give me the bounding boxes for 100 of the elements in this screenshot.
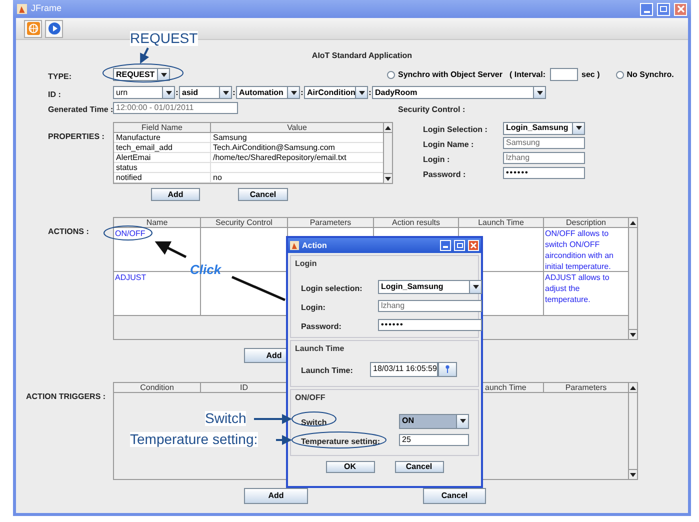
column-header[interactable]: Launch Time (459, 218, 544, 228)
close-icon[interactable] (674, 2, 687, 16)
table-cell: tech_email_add (114, 143, 211, 152)
radio-button[interactable]: Synchro with Object Server (387, 68, 502, 80)
column-header[interactable]: ID (201, 383, 288, 393)
column-header[interactable]: Value (211, 123, 383, 133)
push-button[interactable]: Add (244, 488, 308, 504)
scroll-up-icon[interactable] (385, 126, 391, 130)
field-label: Login Selection : (423, 125, 488, 134)
dropdown[interactable]: Login_Samsung (503, 122, 585, 134)
separator-text: : (175, 86, 179, 98)
text-field[interactable]: lzhang (503, 152, 585, 164)
field-label: Password: (301, 322, 342, 331)
caret-icon (456, 414, 468, 428)
table-cell: notified (114, 173, 211, 182)
text-field[interactable]: 25 (399, 434, 469, 446)
push-button[interactable]: Cancel (238, 188, 288, 201)
calendar-button[interactable] (438, 362, 457, 376)
text-field[interactable]: Samsung (503, 137, 585, 149)
table-cell-text: Tech.AirCondition@Samsung.com (212, 143, 336, 152)
table-cell: status (114, 163, 211, 172)
push-button[interactable]: Cancel (394, 461, 444, 473)
column-header[interactable]: Description (544, 218, 628, 228)
caret-icon (572, 122, 584, 134)
field-label: Password : (423, 170, 466, 179)
column-header[interactable]: Condition (114, 383, 201, 393)
password-field[interactable]: •••••• (378, 319, 482, 331)
field-label: Temperature setting: (301, 437, 380, 446)
separator-text: : (368, 86, 372, 98)
field-label: ID : (48, 90, 61, 98)
pointer-arrow (276, 435, 292, 445)
annotation-text: Switch (205, 411, 246, 426)
field-label: Launch Time: (301, 366, 353, 375)
section-label: ACTION TRIGGERS : (26, 392, 106, 401)
caret-icon (469, 281, 481, 293)
dialog-title: Action (302, 240, 328, 252)
text-field[interactable]: 18/03/11 16:05:59 (370, 362, 438, 376)
text-field[interactable]: 12:00:00 - 01/01/2011 (113, 102, 238, 114)
scrollbar[interactable] (628, 218, 637, 339)
section-label: PROPERTIES : (48, 132, 104, 141)
separator-text: : (300, 86, 304, 98)
table-cell-text: Samsung (212, 133, 248, 142)
group-title: ON/OFF (294, 392, 326, 404)
minimize-icon[interactable] (440, 240, 451, 251)
caret-icon (219, 87, 231, 98)
column-header[interactable]: Field Name (114, 123, 211, 133)
field-label: ( Interval: (509, 68, 546, 80)
pointer-arrow (254, 414, 292, 424)
scrollbar[interactable] (628, 383, 637, 479)
group-title: Login (294, 258, 318, 270)
section-title: Security Control : (398, 104, 466, 114)
dropdown[interactable]: urn (113, 86, 175, 99)
scroll-down-icon[interactable] (630, 332, 636, 336)
dropdown[interactable]: REQUEST (113, 68, 170, 81)
field-label: Login Name : (423, 140, 474, 149)
scroll-down-icon[interactable] (385, 176, 391, 180)
table-cell-text: ON/OFF allows to switch ON/OFF aircondition with an initial temperature. (544, 228, 614, 271)
dropdown[interactable]: Automation (236, 86, 300, 99)
dropdown[interactable]: DadyRoom (372, 86, 546, 99)
maximize-icon[interactable] (454, 240, 465, 251)
section-label: ACTIONS : (48, 227, 89, 236)
text-field[interactable]: lzhang (378, 300, 482, 312)
table-cell-text: no (212, 173, 223, 182)
push-button[interactable]: OK (326, 461, 374, 473)
scroll-up-icon[interactable] (630, 220, 636, 224)
interval-field[interactable] (550, 68, 578, 81)
separator-text: : (232, 86, 236, 98)
globe-icon (26, 22, 40, 35)
scrollbar[interactable] (383, 123, 392, 183)
radio-button[interactable]: No Synchro. (616, 68, 674, 80)
caret-icon (355, 87, 367, 98)
dropdown[interactable]: AirCondition (304, 86, 368, 99)
scroll-down-icon[interactable] (630, 472, 636, 476)
toolbar-button[interactable] (45, 20, 63, 38)
app-icon (290, 241, 299, 250)
minimize-icon[interactable] (640, 2, 653, 16)
scroll-up-icon[interactable] (630, 386, 636, 390)
maximize-icon[interactable] (657, 2, 670, 16)
dropdown[interactable]: ON (399, 414, 469, 428)
column-header[interactable]: Name (114, 218, 201, 228)
caret-icon (162, 87, 174, 98)
close-icon[interactable] (468, 240, 479, 251)
table-cell: AlertEmai (114, 153, 211, 162)
caret-icon (533, 87, 545, 98)
column-header[interactable]: Parameters (288, 218, 374, 228)
password-field[interactable]: •••••• (503, 167, 585, 179)
field-label: Login selection: (301, 284, 362, 293)
field-label: Login: (301, 303, 326, 312)
column-header[interactable]: Parameters (544, 383, 628, 393)
dropdown[interactable]: asid (179, 86, 232, 99)
caret-icon (157, 69, 169, 80)
push-button[interactable]: Cancel (423, 488, 486, 504)
callout-ellipse (292, 412, 336, 426)
app-icon (17, 4, 27, 14)
push-button[interactable]: Add (151, 188, 200, 201)
field-label: Generated Time : (48, 104, 114, 114)
dropdown[interactable]: Login_Samsung (378, 280, 482, 294)
window-title: JFrame (31, 2, 63, 16)
column-header[interactable]: Action results (374, 218, 459, 228)
column-header[interactable]: Security Control (201, 218, 288, 228)
